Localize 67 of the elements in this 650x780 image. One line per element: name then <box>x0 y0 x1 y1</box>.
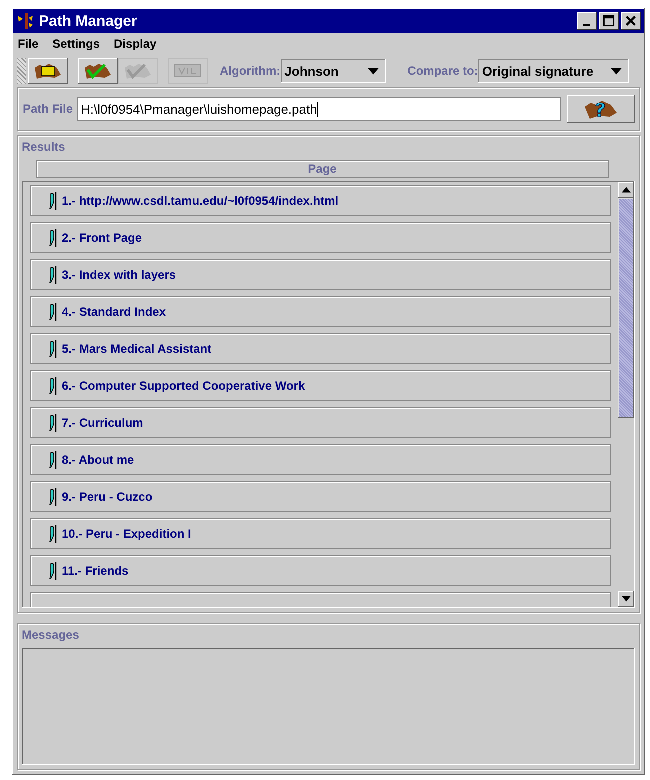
maximize-icon <box>603 15 615 27</box>
figure-icon <box>49 302 57 322</box>
menu-item[interactable]: Settings <box>52 37 100 51</box>
toolbar-grip[interactable] <box>17 58 26 84</box>
scroll-thumb[interactable] <box>618 198 634 418</box>
figure-icon <box>49 228 57 248</box>
result-row[interactable]: 11.- Friends <box>30 555 611 586</box>
result-row[interactable]: 6.- Computer Supported Cooperative Work <box>30 370 611 401</box>
checkmark-icon <box>123 62 153 80</box>
figure-icon <box>49 376 57 396</box>
result-row[interactable]: 1.- http://www.csdl.tamu.edu/~l0f0954/index.html <box>30 185 611 216</box>
close-button[interactable] <box>621 12 641 30</box>
minimize-button[interactable] <box>577 12 597 30</box>
result-row[interactable]: 8.- About me <box>30 444 611 475</box>
row-label: 3.- Index with layers <box>62 268 176 282</box>
up-triangle-icon <box>622 187 630 193</box>
maximize-button[interactable] <box>599 12 619 30</box>
row-label: 1.- http://www.csdl.tamu.edu/~l0f0954/index.html <box>62 194 339 208</box>
row-label: 8.- About me <box>62 452 134 466</box>
row-label: 6.- Computer Supported Cooperative Work <box>62 378 306 392</box>
close-icon <box>625 15 637 27</box>
figure-icon <box>49 338 57 358</box>
figure-icon <box>49 190 57 210</box>
menu-item[interactable]: Display <box>114 37 157 51</box>
path-file-label: Path File <box>23 102 74 116</box>
row-label: 5.- Mars Medical Assistant <box>62 342 212 356</box>
caret-icon <box>368 68 379 74</box>
checkmark-icon <box>83 62 113 80</box>
compare-dropdown[interactable]: Original signature <box>478 59 630 83</box>
compare-label: Compare to: <box>408 64 478 78</box>
stamp-icon <box>173 62 203 80</box>
row-label: 4.- Standard Index <box>62 304 166 318</box>
scroll-up-button[interactable] <box>618 182 634 198</box>
row-label: 9.- Peru - Cuzco <box>62 490 153 504</box>
minimize-icon <box>583 24 591 26</box>
app-icon <box>16 12 34 30</box>
algorithm-dropdown[interactable]: Johnson <box>280 59 386 83</box>
algorithm-label: Algorithm: <box>220 64 281 78</box>
figure-icon <box>49 524 57 544</box>
folder-icon <box>33 62 63 80</box>
window-title: Path Manager <box>39 12 138 30</box>
row-label: 10.- Peru - Expedition I <box>62 526 192 540</box>
figure-icon <box>49 412 57 432</box>
result-row[interactable]: 7.- Curriculum <box>30 407 611 438</box>
scrollbar[interactable] <box>618 182 634 607</box>
row-label: 2.- Front Page <box>62 230 142 244</box>
figure-icon <box>49 264 57 284</box>
result-row[interactable]: 3.- Index with layers <box>30 259 611 290</box>
figure-icon <box>49 560 57 580</box>
scroll-down-button[interactable] <box>618 591 634 607</box>
result-row[interactable]: 9.- Peru - Cuzco <box>30 481 611 512</box>
result-row[interactable]: 4.- Standard Index <box>30 296 611 327</box>
result-row[interactable]: 2.- Front Page <box>30 222 611 253</box>
path-file-field[interactable]: H:\l0f0954\Pmanager\luishomepage.path <box>77 97 561 121</box>
messages-title: Messages <box>22 628 80 642</box>
down-triangle-icon <box>622 596 630 602</box>
result-row[interactable]: 5.- Mars Medical Assistant <box>30 333 611 364</box>
menu-item[interactable]: File <box>18 37 39 51</box>
figure-icon <box>49 486 57 506</box>
results-title: Results <box>22 140 66 154</box>
result-row[interactable]: 10.- Peru - Expedition I <box>30 518 611 549</box>
row-label: 7.- Curriculum <box>62 416 144 430</box>
row-label: 11.- Friends <box>62 564 129 578</box>
caret-icon <box>611 68 622 74</box>
figure-icon <box>49 450 57 470</box>
help-button[interactable] <box>567 95 635 123</box>
question-mark-icon <box>583 99 619 119</box>
